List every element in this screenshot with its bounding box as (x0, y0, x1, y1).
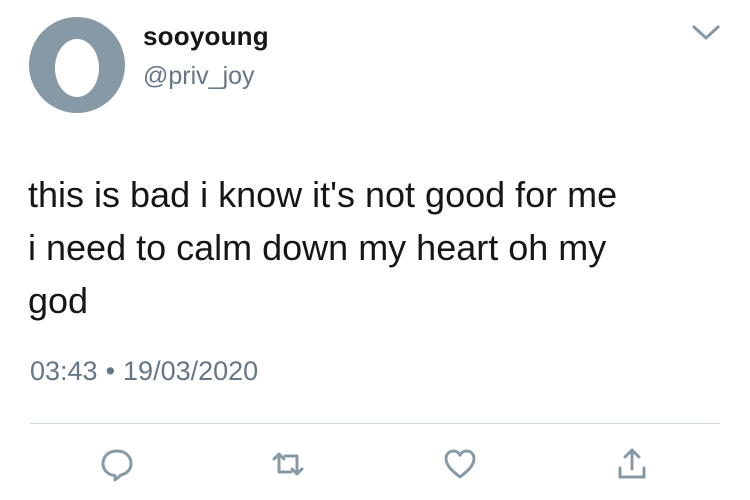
timestamp-separator: • (105, 356, 116, 386)
retweet-icon (272, 452, 304, 476)
like-button[interactable] (442, 446, 478, 482)
retweet-button[interactable] (270, 446, 306, 482)
reply-icon (101, 449, 133, 482)
author-display-name[interactable]: sooyoung (143, 21, 269, 52)
reply-button[interactable] (99, 446, 135, 482)
avatar[interactable] (29, 17, 125, 113)
tweet-text-line: i need to calm down my heart oh my (28, 227, 607, 268)
share-icon (618, 448, 646, 479)
default-egg-avatar-icon (55, 39, 99, 97)
author-handle[interactable]: @priv_joy (143, 62, 255, 91)
chevron-down-icon[interactable] (690, 22, 722, 44)
tweet-timestamp[interactable]: 03:43 • 19/03/2020 (30, 356, 258, 387)
divider (30, 423, 720, 424)
tweet-text-line: this is bad i know it's not good for me (28, 174, 618, 215)
share-button[interactable] (614, 446, 650, 482)
tweet-time: 03:43 (30, 356, 98, 386)
tweet-date: 19/03/2020 (123, 356, 259, 386)
tweet-text-line: god (28, 280, 89, 321)
heart-icon (444, 449, 476, 479)
tweet-text: this is bad i know it's not good for me … (28, 168, 728, 327)
tweet-card: sooyoung @priv_joy this is bad i know it… (0, 0, 750, 500)
